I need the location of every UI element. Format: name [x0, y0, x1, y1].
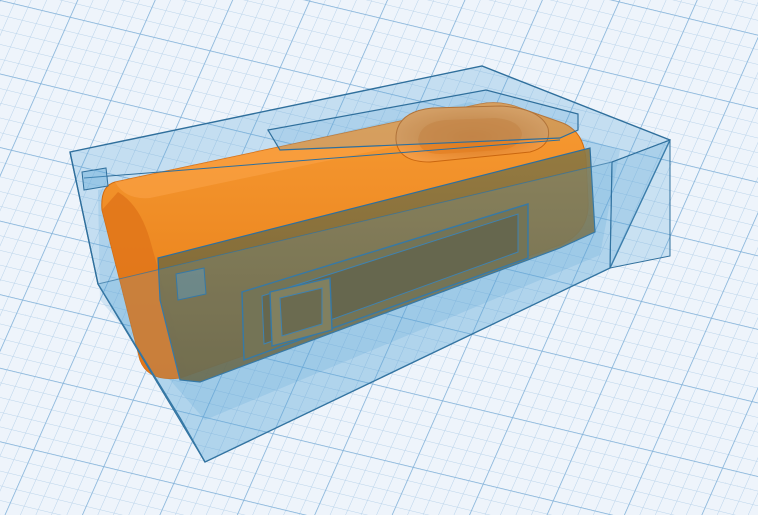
- 3d-viewport[interactable]: [0, 0, 758, 515]
- workplane-scene[interactable]: [0, 0, 758, 515]
